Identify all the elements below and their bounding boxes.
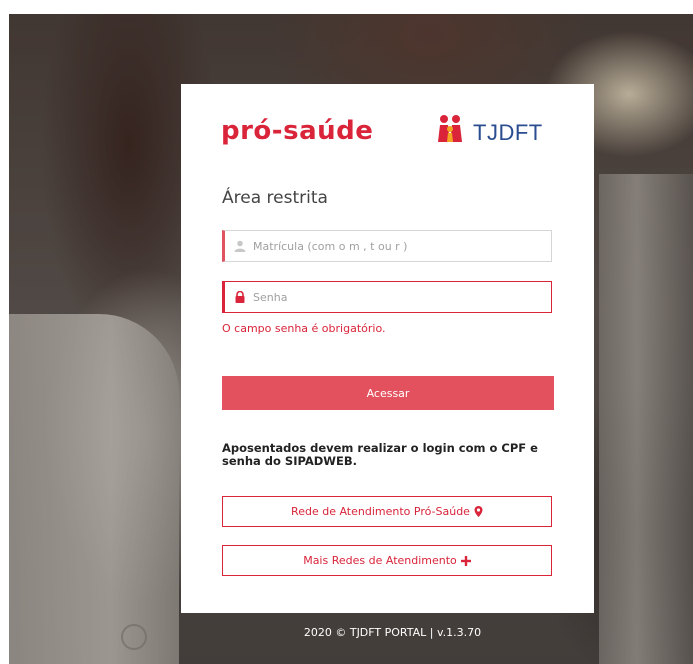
logo: pró-saúde TJDFT bbox=[221, 112, 561, 152]
username-field[interactable] bbox=[222, 230, 552, 262]
password-error: O campo senha é obrigatório. bbox=[222, 322, 386, 335]
username-input[interactable] bbox=[253, 231, 543, 261]
network-button-label: Rede de Atendimento Pró-Saúde bbox=[291, 505, 470, 518]
map-marker-icon bbox=[474, 506, 483, 517]
password-input[interactable] bbox=[253, 282, 543, 312]
user-icon bbox=[234, 240, 246, 252]
footer: 2020 © TJDFT PORTAL | v.1.3.70 bbox=[303, 626, 482, 639]
more-networks-button-label: Mais Redes de Atendimento bbox=[303, 554, 457, 567]
more-networks-button[interactable]: Mais Redes de Atendimento bbox=[222, 545, 552, 576]
brand-name: pró-saúde bbox=[221, 116, 374, 146]
retiree-note: Aposentados devem realizar o login com o… bbox=[222, 441, 538, 468]
login-button[interactable]: Acessar bbox=[222, 376, 554, 410]
lock-icon bbox=[235, 291, 245, 303]
plus-icon bbox=[460, 555, 471, 566]
login-card: pró-saúde TJDFT Área restrita O campo se… bbox=[181, 84, 594, 613]
network-button[interactable]: Rede de Atendimento Pró-Saúde bbox=[222, 496, 552, 527]
org-name: TJDFT bbox=[473, 120, 543, 145]
page-title: Área restrita bbox=[222, 188, 328, 208]
password-field[interactable] bbox=[222, 281, 552, 313]
family-icon bbox=[438, 115, 462, 142]
